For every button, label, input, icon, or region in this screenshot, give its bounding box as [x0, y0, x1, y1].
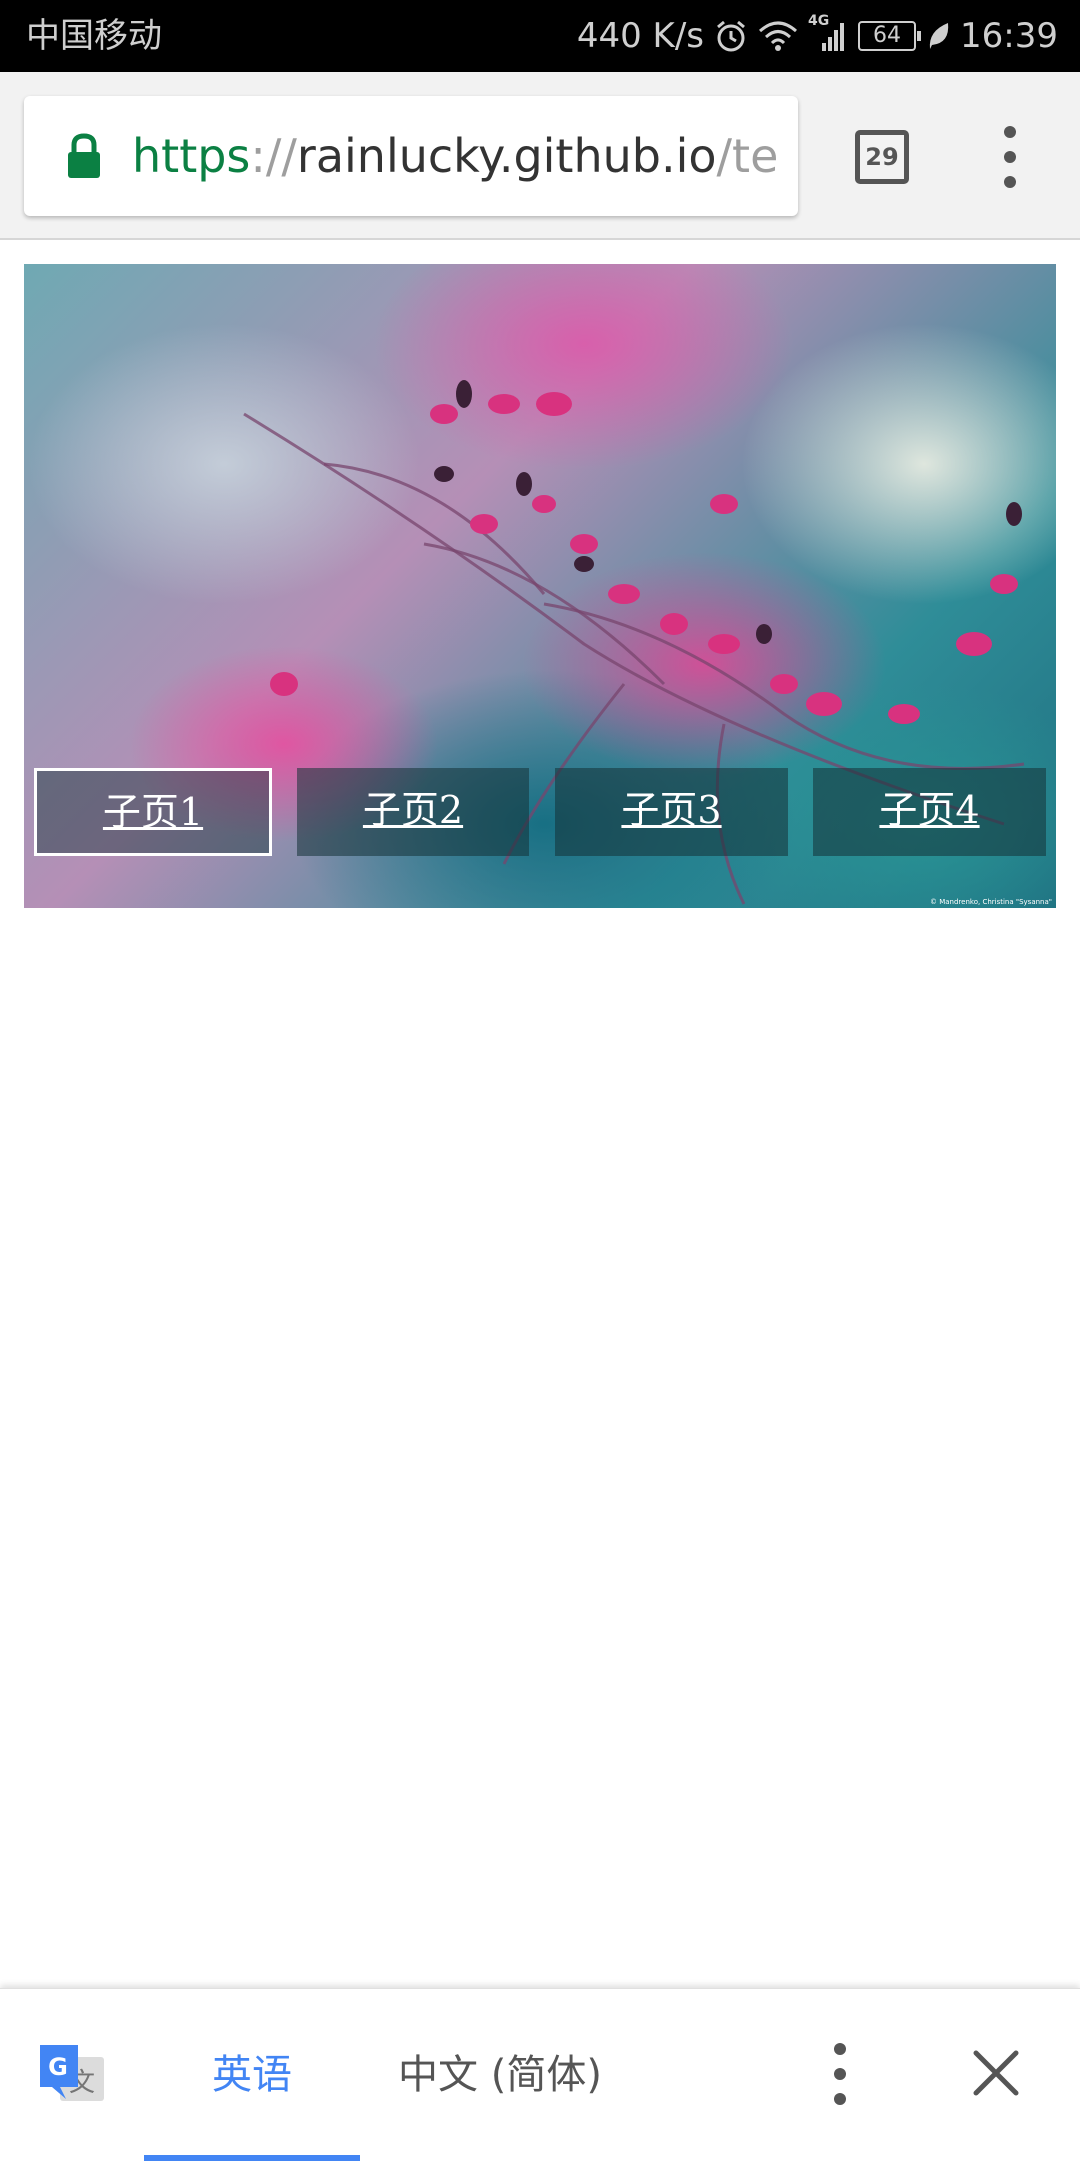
- url-text[interactable]: https://rainlucky.github.io/tenc: [132, 96, 782, 216]
- status-icons: 440 K/s 4G 64 16:39: [577, 12, 1058, 60]
- dot-icon: [1004, 176, 1016, 188]
- google-translate-icon[interactable]: 文 G: [38, 2041, 108, 2111]
- url-path: /tenc: [716, 129, 782, 183]
- status-bar: 中国移动 440 K/s 4G 64 16:39: [0, 0, 1080, 72]
- dot-icon: [834, 2093, 846, 2105]
- subpage-tab-4[interactable]: 子页4: [813, 768, 1046, 856]
- clock: 16:39: [960, 16, 1058, 56]
- subpage-tab-3[interactable]: 子页3: [555, 768, 788, 856]
- close-icon[interactable]: [968, 2045, 1024, 2101]
- svg-text:G: G: [48, 2053, 68, 2081]
- translate-options-button[interactable]: [820, 2041, 860, 2109]
- selected-language-indicator: [144, 2155, 360, 2161]
- dot-icon: [834, 2068, 846, 2080]
- url-separator: ://: [250, 129, 297, 183]
- translate-bar: 文 G 英语 中文 (简体): [0, 1988, 1080, 2161]
- dot-icon: [834, 2043, 846, 2055]
- network-speed: 440 K/s: [576, 16, 705, 56]
- url-scheme: https: [132, 129, 251, 183]
- lock-icon: [68, 133, 100, 178]
- subpage-tab-2[interactable]: 子页2: [297, 768, 529, 856]
- hero-image: 子页1 子页2 子页3 子页4 © Mandrenko, Christina "…: [24, 264, 1056, 908]
- dot-icon: [1004, 126, 1016, 138]
- browser-toolbar: https://rainlucky.github.io/tenc 29: [0, 72, 1080, 240]
- subpage-tab-1[interactable]: 子页1: [34, 768, 272, 856]
- photo-credit: © Mandrenko, Christina "Sysanna": [930, 898, 1052, 906]
- dot-icon: [1004, 151, 1016, 163]
- leaf-icon: [926, 21, 950, 51]
- address-bar[interactable]: https://rainlucky.github.io/tenc: [24, 96, 798, 216]
- signal-icon: 4G: [808, 13, 848, 53]
- carrier-name: 中国移动: [26, 16, 162, 56]
- tab-switcher-button[interactable]: 29: [855, 130, 909, 184]
- alarm-icon: [714, 19, 748, 53]
- tab-target-language[interactable]: 中文 (简体): [370, 1989, 630, 2161]
- url-host: rainlucky.github.io: [296, 129, 717, 183]
- battery-icon: 64: [858, 21, 922, 51]
- tab-source-language[interactable]: 英语: [144, 1989, 360, 2161]
- overflow-menu-button[interactable]: [990, 124, 1030, 190]
- wifi-icon: [758, 19, 798, 53]
- network-type: 4G: [808, 13, 830, 29]
- subpage-tabs: 子页1 子页2 子页3 子页4: [24, 264, 1056, 908]
